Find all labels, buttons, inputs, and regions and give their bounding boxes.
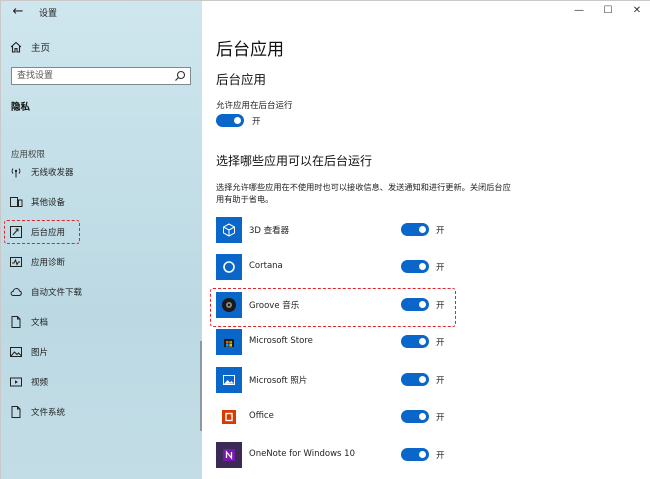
section-title-privacy: 隐私 xyxy=(11,102,31,113)
sidebar-item-label: 其他设备 xyxy=(31,198,66,208)
app-row-microsoft-store: Microsoft Store 开 xyxy=(216,329,636,355)
minimize-button[interactable]: — xyxy=(572,5,586,16)
choose-apps-title: 选择哪些应用可以在后台运行 xyxy=(216,154,373,168)
allow-background-toggle[interactable] xyxy=(216,114,244,127)
app-toggle-state: 开 xyxy=(436,376,445,386)
3d-viewer-icon xyxy=(216,217,242,243)
main-pane: — ☐ ✕ 后台应用 后台应用 允许应用在后台运行 开 选择哪些应用可以在后台运… xyxy=(202,1,650,479)
app-toggle-cortana[interactable] xyxy=(401,260,429,273)
sidebar-item-documents[interactable]: 文档 xyxy=(9,313,194,331)
store-icon xyxy=(216,329,242,355)
search-box xyxy=(11,67,191,85)
onenote-icon xyxy=(216,442,242,468)
devices-icon xyxy=(10,197,23,207)
radio-icon xyxy=(11,168,21,178)
app-row-onenote: OneNote for Windows 10 开 xyxy=(216,442,636,468)
close-button[interactable]: ✕ xyxy=(630,5,644,16)
sidebar-item-videos[interactable]: 视频 xyxy=(9,373,194,391)
sidebar-item-label: 无线收发器 xyxy=(31,168,74,178)
app-name: Cortana xyxy=(249,261,283,271)
sidebar-item-label: 文件系统 xyxy=(31,408,66,418)
highlight-box-groove-music xyxy=(210,288,456,327)
search-icon[interactable] xyxy=(174,70,186,82)
sidebar: ← 设置 主页 隐私 应用权限 无线收发器 xyxy=(1,1,202,479)
sidebar-item-label: 视频 xyxy=(31,378,49,388)
app-toggle-office[interactable] xyxy=(401,410,429,423)
allow-background-state: 开 xyxy=(252,117,261,127)
sidebar-item-label: 图片 xyxy=(31,348,49,358)
sidebar-item-label: 自动文件下载 xyxy=(31,288,83,298)
home-label: 主页 xyxy=(31,43,51,54)
app-toggle-state: 开 xyxy=(436,413,445,423)
cortana-icon xyxy=(216,254,242,280)
home-link[interactable]: 主页 xyxy=(9,39,50,55)
back-button[interactable]: ← xyxy=(9,4,27,20)
home-icon xyxy=(10,41,22,53)
app-row-3d-viewer: 3D 查看器 开 xyxy=(216,217,636,243)
sidebar-item-pictures[interactable]: 图片 xyxy=(9,343,194,361)
sidebar-item-app-diagnostics[interactable]: 应用诊断 xyxy=(9,253,194,271)
sidebar-item-other-devices[interactable]: 其他设备 xyxy=(9,193,194,211)
app-name: OneNote for Windows 10 xyxy=(249,449,355,459)
app-toggle-state: 开 xyxy=(436,451,445,461)
search-input[interactable] xyxy=(12,68,172,84)
sidebar-item-auto-download[interactable]: 自动文件下载 xyxy=(9,283,194,301)
section-subtitle: 后台应用 xyxy=(216,72,267,87)
highlight-box-background-apps xyxy=(4,220,80,244)
video-icon xyxy=(10,377,22,387)
app-toggle-state: 开 xyxy=(436,338,445,348)
file-system-icon xyxy=(11,406,21,418)
app-name: Microsoft Store xyxy=(249,336,313,346)
app-name: Office xyxy=(249,411,274,421)
picture-icon xyxy=(10,347,22,357)
photos-icon xyxy=(216,367,242,393)
diagnostics-icon xyxy=(10,257,22,267)
sidebar-item-label: 文档 xyxy=(31,318,49,328)
sidebar-item-file-system[interactable]: 文件系统 xyxy=(9,403,194,421)
document-icon xyxy=(11,316,21,328)
choose-apps-description: 选择允许哪些应用在不使用时也可以接收信息、发送通知和进行更新。关闭后台应用有助于… xyxy=(216,182,511,204)
office-icon xyxy=(216,404,242,430)
app-name: 3D 查看器 xyxy=(249,226,290,236)
title-bar: ← 设置 xyxy=(1,1,202,25)
app-row-office: Office 开 xyxy=(216,404,636,430)
sidebar-item-label: 应用诊断 xyxy=(31,258,66,268)
app-toggle-microsoft-store[interactable] xyxy=(401,335,429,348)
app-toggle-3d-viewer[interactable] xyxy=(401,223,429,236)
maximize-button[interactable]: ☐ xyxy=(601,5,615,16)
app-row-cortana: Cortana 开 xyxy=(216,254,636,280)
app-toggle-onenote[interactable] xyxy=(401,448,429,461)
settings-window: ← 设置 主页 隐私 应用权限 无线收发器 xyxy=(0,0,650,479)
allow-background-label: 允许应用在后台运行 xyxy=(216,101,293,111)
cloud-icon xyxy=(10,288,22,296)
app-toggle-microsoft-photos[interactable] xyxy=(401,373,429,386)
page-title: 后台应用 xyxy=(216,40,284,60)
app-toggle-state: 开 xyxy=(436,263,445,273)
group-label-app-permissions: 应用权限 xyxy=(11,150,46,160)
sidebar-item-radios[interactable]: 无线收发器 xyxy=(9,163,194,181)
window-title: 设置 xyxy=(39,9,58,19)
app-name: Microsoft 照片 xyxy=(249,376,308,386)
app-toggle-state: 开 xyxy=(436,226,445,236)
app-row-microsoft-photos: Microsoft 照片 开 xyxy=(216,367,636,393)
